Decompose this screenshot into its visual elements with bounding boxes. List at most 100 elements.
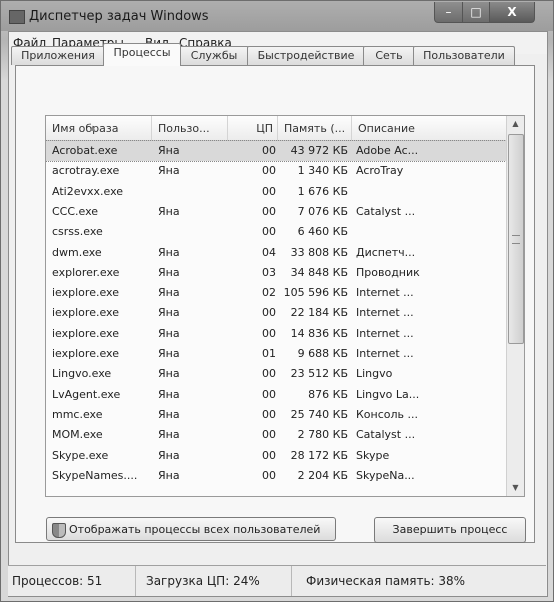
column-description[interactable]: Описание bbox=[352, 116, 506, 140]
process-user: Яна bbox=[158, 245, 180, 259]
process-description: SkypeNa... bbox=[356, 468, 415, 482]
process-memory: 33 808 КБ bbox=[290, 245, 348, 259]
list-header: ▲ Имя образа Пользо... ЦП Память (... Оп… bbox=[46, 116, 506, 141]
tab-performance[interactable]: Быстродействие bbox=[247, 46, 365, 65]
process-name: explorer.exe bbox=[52, 265, 120, 279]
process-name: Skype.exe bbox=[52, 448, 109, 462]
process-list[interactable]: ▲ Имя образа Пользо... ЦП Память (... Оп… bbox=[45, 115, 525, 497]
process-description: AcroTray bbox=[356, 164, 404, 178]
process-name: SkypeNames.... bbox=[52, 468, 138, 482]
process-memory: 9 688 КБ bbox=[297, 347, 348, 360]
maximize-button[interactable]: □ bbox=[462, 2, 490, 23]
column-label: Имя образа bbox=[52, 122, 119, 135]
process-cpu: 00 bbox=[262, 164, 276, 178]
process-user: Яна bbox=[158, 468, 180, 482]
sort-arrow-icon: ▲ bbox=[90, 124, 96, 132]
show-all-users-button[interactable]: Отображать процессы всех пользователей bbox=[46, 517, 336, 541]
process-name: dwm.exe bbox=[52, 245, 102, 259]
vertical-scrollbar[interactable]: ▲ ▼ bbox=[506, 116, 524, 496]
scroll-thumb[interactable] bbox=[508, 134, 524, 344]
table-row[interactable]: mmc.exe Яна 00 25 740 КБ Консоль ... bbox=[46, 405, 506, 425]
process-name: iexplore.exe bbox=[52, 347, 119, 360]
end-process-button[interactable]: Завершить процесс bbox=[374, 517, 526, 543]
process-memory: 2 780 КБ bbox=[297, 428, 348, 442]
tab-network[interactable]: Сеть bbox=[363, 46, 415, 65]
table-row[interactable]: iexplore.exe Яна 01 9 688 КБ Internet ... bbox=[46, 344, 506, 364]
process-memory: 43 972 КБ bbox=[290, 144, 348, 157]
process-cpu: 00 bbox=[262, 326, 276, 340]
table-row[interactable]: explorer.exe Яна 03 34 848 КБ Проводник bbox=[46, 263, 506, 283]
status-memory: Физическая память: 38% bbox=[306, 574, 466, 588]
table-row[interactable]: SkypeNames.... Яна 00 2 204 КБ SkypeNa... bbox=[46, 466, 506, 486]
scroll-up-arrow-icon[interactable]: ▲ bbox=[507, 116, 524, 132]
column-memory[interactable]: Память (... bbox=[278, 116, 352, 140]
process-cpu: 00 bbox=[262, 204, 276, 218]
scroll-down-arrow-icon[interactable]: ▼ bbox=[507, 480, 524, 496]
process-name: Ati2evxx.exe bbox=[52, 184, 124, 198]
task-manager-icon bbox=[9, 10, 25, 24]
minimize-button[interactable]: – bbox=[434, 2, 463, 23]
process-user: Яна bbox=[158, 306, 180, 320]
column-image-name[interactable]: ▲ Имя образа bbox=[46, 116, 152, 140]
process-user: Яна bbox=[158, 367, 180, 381]
column-cpu[interactable]: ЦП bbox=[228, 116, 278, 140]
process-name: Lingvo.exe bbox=[52, 367, 112, 381]
column-user[interactable]: Пользо... bbox=[152, 116, 228, 140]
process-memory: 105 596 КБ bbox=[283, 286, 348, 300]
process-memory: 6 460 КБ bbox=[297, 225, 348, 239]
tab-applications[interactable]: Приложения bbox=[11, 46, 105, 65]
table-row[interactable]: LvAgent.exe Яна 00 876 КБ Lingvo La... bbox=[46, 385, 506, 405]
process-description: Adobe Ac... bbox=[356, 144, 419, 157]
process-description: Lingvo bbox=[356, 367, 393, 381]
tab-processes[interactable]: Процессы bbox=[103, 43, 181, 66]
process-memory: 7 076 КБ bbox=[297, 204, 348, 218]
table-row[interactable]: Ati2evxx.exe 00 1 676 КБ bbox=[46, 182, 506, 202]
table-row[interactable]: Skype.exe Яна 00 28 172 КБ Skype bbox=[46, 446, 506, 466]
title-bar[interactable]: Диспетчер задач Windows – □ X bbox=[1, 1, 553, 31]
table-row[interactable]: MOM.exe Яна 00 2 780 КБ Catalyst ... bbox=[46, 425, 506, 445]
table-row[interactable]: iexplore.exe Яна 00 14 836 КБ Internet ... bbox=[46, 324, 506, 344]
process-cpu: 00 bbox=[262, 387, 276, 401]
process-memory: 22 184 КБ bbox=[290, 306, 348, 320]
tab-users[interactable]: Пользователи bbox=[413, 46, 515, 65]
process-name: LvAgent.exe bbox=[52, 387, 121, 401]
process-cpu: 02 bbox=[262, 286, 276, 300]
process-user: Яна bbox=[158, 387, 180, 401]
table-row[interactable]: dwm.exe Яна 04 33 808 КБ Диспетч... bbox=[46, 243, 506, 263]
table-row[interactable]: iexplore.exe Яна 00 22 184 КБ Internet ... bbox=[46, 303, 506, 323]
table-row[interactable]: CCC.exe Яна 00 7 076 КБ Catalyst ... bbox=[46, 202, 506, 222]
process-name: CCC.exe bbox=[52, 204, 99, 218]
process-memory: 28 172 КБ bbox=[290, 448, 348, 462]
process-user: Яна bbox=[158, 144, 180, 157]
process-name: iexplore.exe bbox=[52, 286, 119, 300]
process-cpu: 00 bbox=[262, 306, 276, 320]
show-all-label: Отображать процессы всех пользователей bbox=[69, 523, 321, 536]
table-row[interactable]: Lingvo.exe Яна 00 23 512 КБ Lingvo bbox=[46, 364, 506, 384]
process-user: Яна bbox=[158, 265, 180, 279]
table-row[interactable]: iexplore.exe Яна 02 105 596 КБ Internet ... bbox=[46, 283, 506, 303]
process-user: Яна bbox=[158, 286, 180, 300]
process-description: Проводник bbox=[356, 265, 420, 279]
process-description: Консоль ... bbox=[356, 407, 419, 421]
tab-services[interactable]: Службы bbox=[179, 46, 249, 65]
process-name: csrss.exe bbox=[52, 225, 103, 239]
table-row[interactable]: Acrobat.exe Яна 00 43 972 КБ Adobe Ac... bbox=[46, 140, 507, 162]
process-name: iexplore.exe bbox=[52, 306, 119, 320]
status-bar: Процессов: 51 Загрузка ЦП: 24% Физическа… bbox=[8, 565, 546, 596]
process-cpu: 00 bbox=[262, 225, 276, 239]
process-memory: 1 676 КБ bbox=[297, 184, 348, 198]
process-name: iexplore.exe bbox=[52, 326, 119, 340]
process-memory: 25 740 КБ bbox=[290, 407, 348, 421]
process-user: Яна bbox=[158, 428, 180, 442]
process-user: Яна bbox=[158, 326, 180, 340]
process-name: MOM.exe bbox=[52, 428, 103, 442]
process-description: Lingvo La... bbox=[356, 387, 420, 401]
table-row[interactable]: csrss.exe 00 6 460 КБ bbox=[46, 222, 506, 242]
process-cpu: 04 bbox=[262, 245, 276, 259]
process-memory: 2 204 КБ bbox=[297, 468, 348, 482]
process-user: Яна bbox=[158, 204, 180, 218]
close-button[interactable]: X bbox=[489, 2, 535, 23]
process-name: Acrobat.exe bbox=[52, 144, 118, 157]
table-row[interactable]: acrotray.exe Яна 00 1 340 КБ AcroTray bbox=[46, 161, 506, 181]
process-cpu: 00 bbox=[262, 184, 276, 198]
